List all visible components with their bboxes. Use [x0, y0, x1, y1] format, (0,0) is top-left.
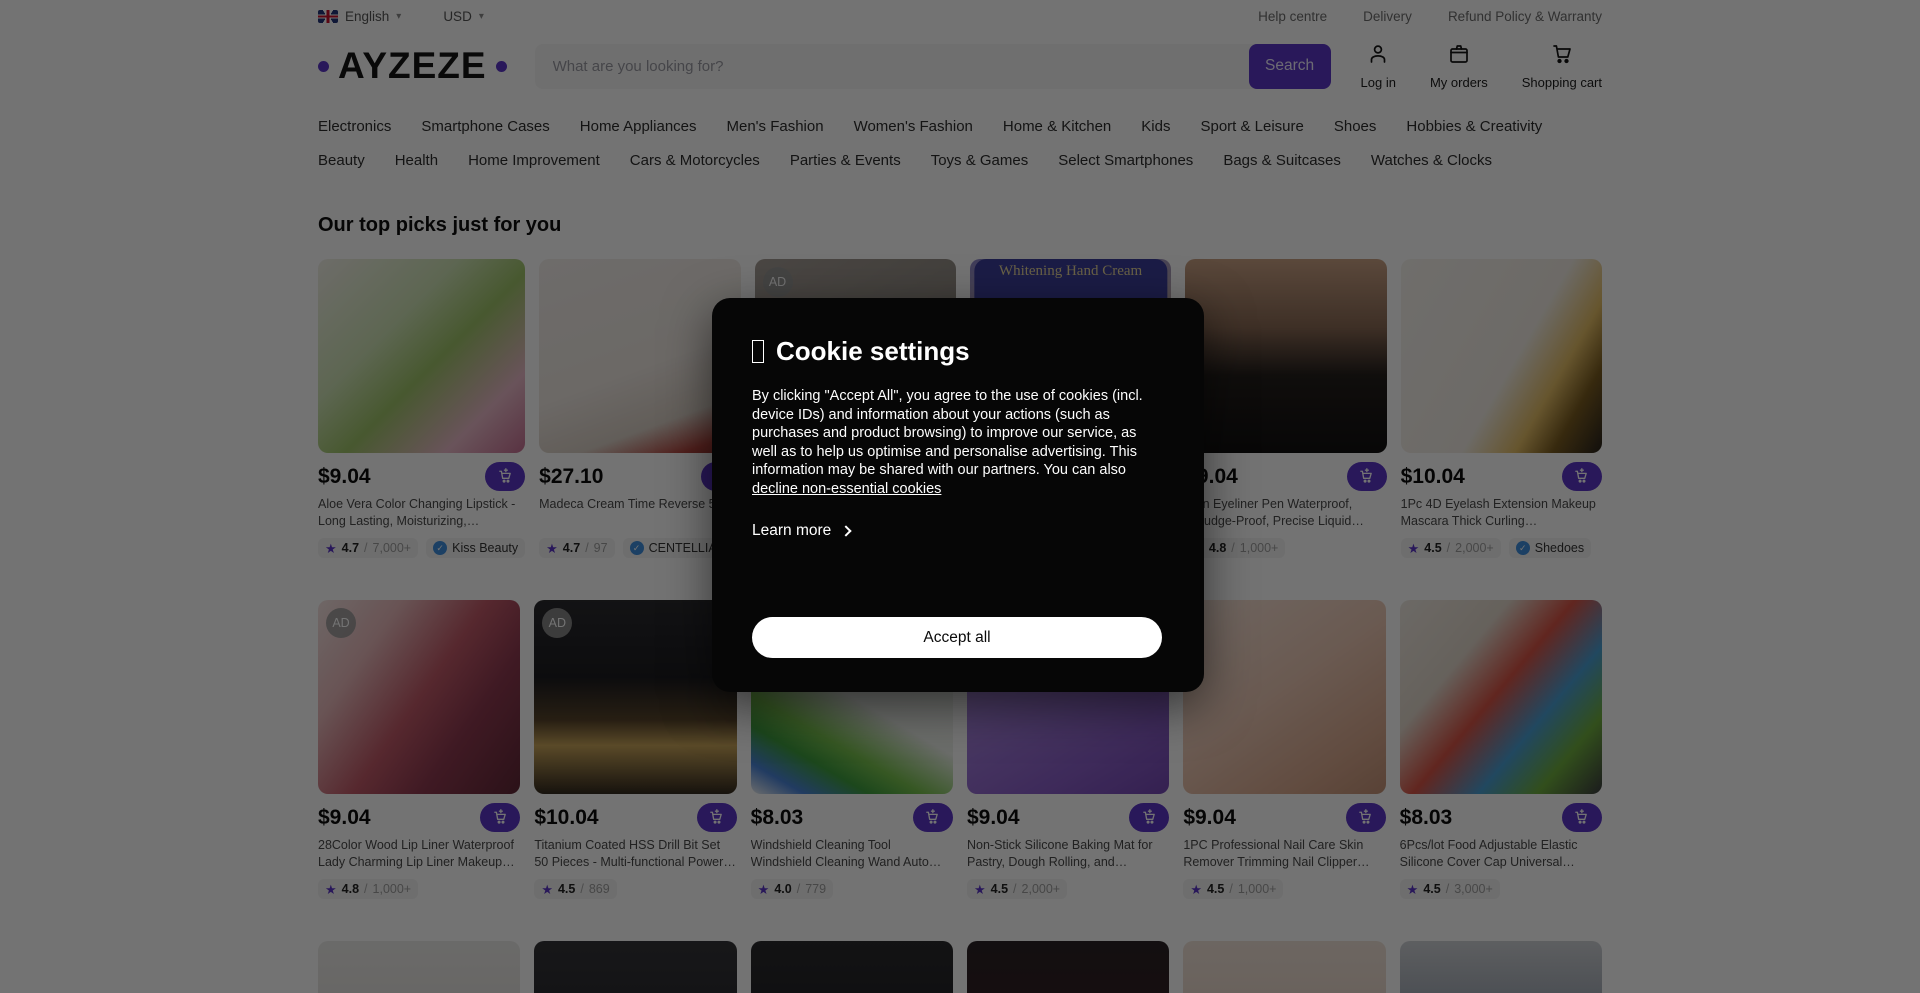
modal-title-text: Cookie settings	[776, 336, 970, 367]
page: English ▾ USD ▾ Help centreDeliveryRefun…	[0, 0, 1920, 993]
modal-body: By clicking "Accept All", you agree to t…	[752, 387, 1162, 498]
chevron-right-icon	[841, 525, 852, 536]
learn-more-link[interactable]: Learn more	[752, 522, 1162, 540]
cookie-settings-modal: Cookie settings By clicking "Accept All"…	[712, 298, 1204, 692]
learn-more-label: Learn more	[752, 522, 831, 540]
modal-body-text: By clicking "Accept All", you agree to t…	[752, 388, 1143, 478]
decline-cookies-link[interactable]: decline non-essential cookies	[752, 481, 941, 497]
cookie-glyph-icon	[752, 340, 764, 363]
modal-title: Cookie settings	[752, 336, 1162, 367]
accept-all-button[interactable]: Accept all	[752, 617, 1162, 658]
